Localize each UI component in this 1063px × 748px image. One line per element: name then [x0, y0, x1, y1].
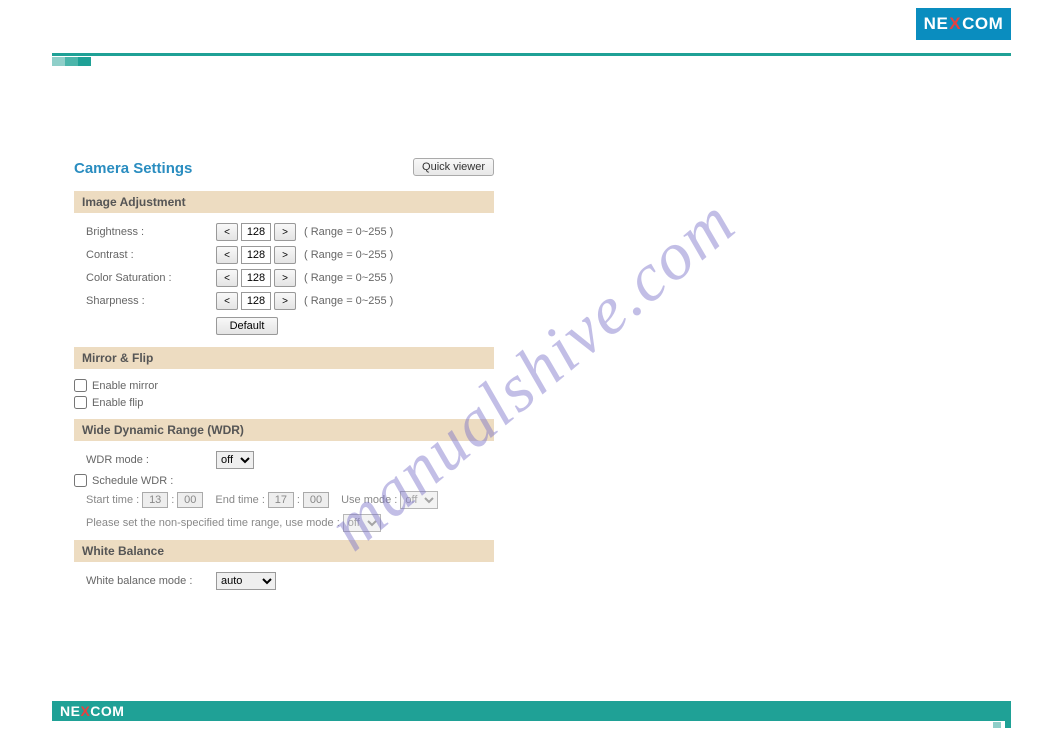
- brand-x: X: [949, 14, 961, 34]
- schedule-time-row: Start time : : End time : : Use mode : o…: [74, 491, 494, 509]
- sharpness-increase-button[interactable]: >: [274, 292, 296, 310]
- footer-bar: NEXCOM: [52, 701, 1011, 721]
- saturation-row: Color Saturation : < > ( Range = 0~255 ): [74, 269, 494, 287]
- non-spec-label: Please set the non-specified time range,…: [86, 517, 340, 529]
- enable-flip-checkbox[interactable]: [74, 396, 87, 409]
- section-wdr: Wide Dynamic Range (WDR): [74, 419, 494, 441]
- start-min-input[interactable]: [177, 492, 203, 508]
- sharpness-label: Sharpness :: [86, 295, 216, 307]
- sharpness-input[interactable]: [241, 292, 271, 310]
- enable-flip-label: Enable flip: [92, 397, 143, 409]
- wdr-mode-label: WDR mode :: [86, 454, 216, 466]
- top-header: NEXCOM: [0, 0, 1063, 60]
- colon1: :: [171, 494, 174, 506]
- brand-logo-bottom: NEXCOM: [60, 703, 124, 719]
- section-mirror-flip: Mirror & Flip: [74, 347, 494, 369]
- end-min-input[interactable]: [303, 492, 329, 508]
- contrast-row: Contrast : < > ( Range = 0~255 ): [74, 246, 494, 264]
- sharpness-range: ( Range = 0~255 ): [304, 295, 393, 307]
- sharpness-row: Sharpness : < > ( Range = 0~255 ): [74, 292, 494, 310]
- footer-accent-squares: [993, 710, 1011, 728]
- enable-mirror-row[interactable]: Enable mirror: [74, 379, 494, 392]
- saturation-decrease-button[interactable]: <: [216, 269, 238, 287]
- header-divider: [52, 53, 1011, 56]
- saturation-increase-button[interactable]: >: [274, 269, 296, 287]
- start-time-label: Start time :: [86, 494, 139, 506]
- start-hour-input[interactable]: [142, 492, 168, 508]
- enable-mirror-checkbox[interactable]: [74, 379, 87, 392]
- section-image-adjustment: Image Adjustment: [74, 191, 494, 213]
- brand-logo-top: NEXCOM: [916, 8, 1011, 40]
- end-time-label: End time :: [215, 494, 265, 506]
- saturation-input[interactable]: [241, 269, 271, 287]
- section-white-balance: White Balance: [74, 540, 494, 562]
- white-balance-row: White balance mode : auto: [74, 572, 494, 590]
- schedule-wdr-label: Schedule WDR :: [92, 475, 173, 487]
- wdr-mode-row: WDR mode : off: [74, 451, 494, 469]
- non-spec-row: Please set the non-specified time range,…: [74, 514, 494, 532]
- contrast-increase-button[interactable]: >: [274, 246, 296, 264]
- wdr-mode-select[interactable]: off: [216, 451, 254, 469]
- brightness-label: Brightness :: [86, 226, 216, 238]
- contrast-decrease-button[interactable]: <: [216, 246, 238, 264]
- white-balance-select[interactable]: auto: [216, 572, 276, 590]
- contrast-label: Contrast :: [86, 249, 216, 261]
- schedule-wdr-checkbox[interactable]: [74, 474, 87, 487]
- use-mode-select[interactable]: off: [400, 491, 438, 509]
- non-spec-select[interactable]: off: [343, 514, 381, 532]
- main-content: Camera Settings Quick viewer Image Adjus…: [74, 160, 494, 595]
- quick-viewer-button[interactable]: Quick viewer: [413, 158, 494, 176]
- enable-flip-row[interactable]: Enable flip: [74, 396, 494, 409]
- header-accent-squares: [52, 57, 91, 66]
- saturation-range: ( Range = 0~255 ): [304, 272, 393, 284]
- schedule-wdr-row[interactable]: Schedule WDR :: [74, 474, 494, 487]
- brightness-input[interactable]: [241, 223, 271, 241]
- brand-part2: COM: [962, 14, 1003, 34]
- use-mode-label: Use mode :: [341, 494, 397, 506]
- default-button[interactable]: Default: [216, 317, 278, 335]
- brightness-increase-button[interactable]: >: [274, 223, 296, 241]
- enable-mirror-label: Enable mirror: [92, 380, 158, 392]
- saturation-label: Color Saturation :: [86, 272, 216, 284]
- end-hour-input[interactable]: [268, 492, 294, 508]
- brand-part1: NE: [924, 14, 949, 34]
- brightness-decrease-button[interactable]: <: [216, 223, 238, 241]
- sharpness-decrease-button[interactable]: <: [216, 292, 238, 310]
- colon2: :: [297, 494, 300, 506]
- contrast-input[interactable]: [241, 246, 271, 264]
- contrast-range: ( Range = 0~255 ): [304, 249, 393, 261]
- brightness-row: Brightness : < > ( Range = 0~255 ): [74, 223, 494, 241]
- white-balance-label: White balance mode :: [86, 575, 216, 587]
- brightness-range: ( Range = 0~255 ): [304, 226, 393, 238]
